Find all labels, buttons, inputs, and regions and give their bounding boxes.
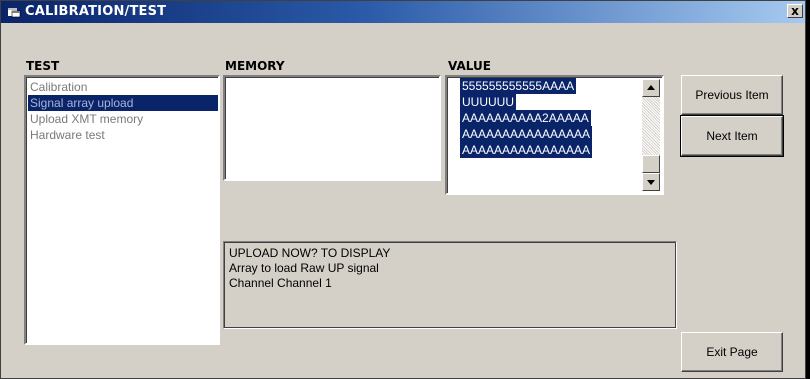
value-header: VALUE [448, 59, 491, 73]
test-list-item[interactable]: Upload XMT memory [28, 111, 216, 127]
scroll-thumb[interactable] [642, 155, 660, 173]
next-item-button[interactable]: Next Item [680, 115, 784, 157]
value-list[interactable]: 555555555555AAAA UUUUUU AAAAAAAAAA2AAAAA AA… [445, 75, 664, 195]
scroll-up-arrow-icon[interactable] [642, 79, 660, 97]
previous-item-button[interactable]: Previous Item [681, 75, 783, 115]
test-list[interactable]: Calibration Signal array upload Upload XMT… [24, 75, 220, 345]
test-header: TEST [26, 59, 60, 73]
window-title: CALIBRATION/TEST [25, 4, 167, 19]
memory-header: MEMORY [225, 59, 285, 73]
app-window-icon [8, 8, 21, 18]
test-list-item[interactable]: Signal array upload [28, 95, 218, 111]
scroll-down-arrow-icon[interactable] [642, 173, 660, 191]
value-line[interactable]: UUUUUU [460, 94, 516, 110]
value-line[interactable]: AAAAAAAAAAAAAAAA [460, 126, 593, 142]
value-line[interactable]: 555555555555AAAA [460, 78, 577, 94]
value-scrollbar[interactable] [642, 79, 660, 191]
test-list-item[interactable]: Calibration [28, 79, 216, 95]
close-icon[interactable]: x [787, 4, 803, 18]
calibration-test-window: CALIBRATION/TEST x TEST Calibration Signa… [0, 0, 806, 379]
memory-list[interactable] [223, 75, 441, 181]
exit-page-button[interactable]: Exit Page [681, 332, 783, 372]
value-line[interactable]: AAAAAAAAAA2AAAAA [460, 110, 591, 126]
title-bar[interactable]: CALIBRATION/TEST x [1, 1, 805, 23]
status-panel: UPLOAD NOW? TO DISPLAY Array to load Raw … [223, 241, 677, 329]
status-line: Array to load Raw UP signal [229, 261, 379, 275]
value-line[interactable]: AAAAAAAAAAAAAAAA [460, 142, 593, 158]
test-list-item[interactable]: Hardware test [28, 127, 216, 143]
status-line: UPLOAD NOW? TO DISPLAY [229, 246, 391, 260]
status-line: Channel Channel 1 [229, 276, 332, 290]
